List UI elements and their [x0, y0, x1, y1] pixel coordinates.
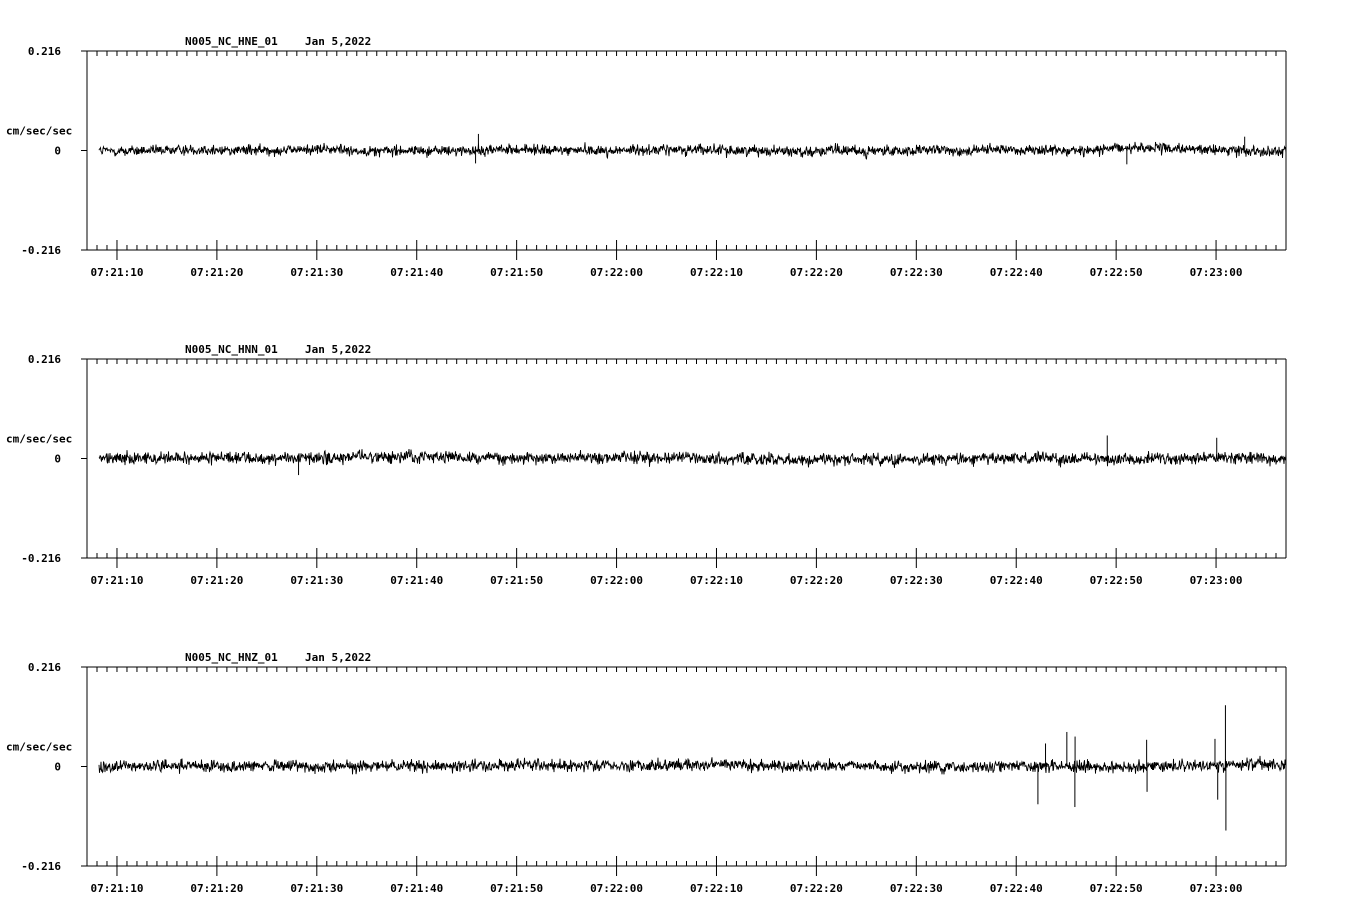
x-tick-label: 07:22:00 — [590, 574, 643, 587]
seismic-trace — [98, 755, 1287, 775]
y-tick-label: 0 — [54, 453, 61, 466]
y-tick-label: -0.216 — [21, 860, 61, 873]
x-tick-label: 07:22:40 — [990, 882, 1043, 895]
x-tick-label: 07:22:30 — [890, 882, 943, 895]
x-tick-label: 07:22:20 — [790, 882, 843, 895]
x-tick-label: 07:21:20 — [190, 266, 243, 279]
seismogram-figure: N005_NC_HNE_01 Jan 5,2022 cm/sec/sec 0.216 0… — [6, 35, 1287, 895]
y-tick-label: 0.216 — [28, 45, 61, 58]
x-tick-label: 07:23:00 — [1190, 266, 1243, 279]
x-tick-label: 07:22:00 — [590, 882, 643, 895]
x-tick-label: 07:22:40 — [990, 574, 1043, 587]
y-axis-label: cm/sec/sec — [6, 433, 72, 446]
x-tick-label: 07:22:40 — [990, 266, 1043, 279]
x-tick-label: 07:21:30 — [290, 574, 343, 587]
x-tick-label: 07:23:00 — [1190, 574, 1243, 587]
x-tick-label: 07:21:40 — [390, 574, 443, 587]
y-axis-label: cm/sec/sec — [6, 741, 72, 754]
chart-panel-1: N005_NC_HNE_01 Jan 5,2022 cm/sec/sec 0.216 0… — [6, 35, 1287, 279]
x-tick-label: 07:21:20 — [190, 882, 243, 895]
x-tick-label: 07:23:00 — [1190, 882, 1243, 895]
x-tick-label: 07:22:30 — [890, 266, 943, 279]
x-tick-label: 07:22:50 — [1090, 882, 1143, 895]
seismic-trace — [98, 448, 1287, 468]
x-tick-label: 07:21:40 — [390, 882, 443, 895]
chart-title: N005_NC_HNE_01 — [185, 35, 278, 48]
y-tick-label: -0.216 — [21, 244, 61, 257]
x-tick-label: 07:21:10 — [90, 882, 143, 895]
chart-date: Jan 5,2022 — [305, 35, 371, 48]
x-tick-label: 07:21:10 — [90, 574, 143, 587]
y-tick-label: 0.216 — [28, 353, 61, 366]
x-tick-label: 07:22:10 — [690, 574, 743, 587]
x-tick-label: 07:22:20 — [790, 574, 843, 587]
x-tick-label: 07:21:10 — [90, 266, 143, 279]
x-tick-label: 07:21:30 — [290, 266, 343, 279]
chart-date: Jan 5,2022 — [305, 343, 371, 356]
x-tick-label: 07:21:40 — [390, 266, 443, 279]
y-tick-label: -0.216 — [21, 552, 61, 565]
chart-panel-2: N005_NC_HNN_01 Jan 5,2022 cm/sec/sec 0.216 0… — [6, 343, 1287, 587]
y-tick-label: 0 — [54, 145, 61, 158]
chart-panel-3: N005_NC_HNZ_01 Jan 5,2022 cm/sec/sec 0.216 0… — [6, 651, 1287, 895]
x-tick-label: 07:21:50 — [490, 882, 543, 895]
x-tick-label: 07:22:50 — [1090, 266, 1143, 279]
y-tick-label: 0 — [54, 761, 61, 774]
x-tick-label: 07:21:20 — [190, 574, 243, 587]
x-tick-label: 07:21:50 — [490, 574, 543, 587]
y-tick-label: 0.216 — [28, 661, 61, 674]
chart-title: N005_NC_HNN_01 — [185, 343, 278, 356]
x-tick-label: 07:22:20 — [790, 266, 843, 279]
chart-date: Jan 5,2022 — [305, 651, 371, 664]
x-tick-label: 07:22:10 — [690, 266, 743, 279]
y-axis-label: cm/sec/sec — [6, 125, 72, 138]
x-tick-label: 07:22:00 — [590, 266, 643, 279]
x-tick-label: 07:22:50 — [1090, 574, 1143, 587]
x-tick-label: 07:21:50 — [490, 266, 543, 279]
x-tick-label: 07:22:10 — [690, 882, 743, 895]
chart-title: N005_NC_HNZ_01 — [185, 651, 278, 664]
seismic-trace — [98, 141, 1287, 160]
x-tick-label: 07:22:30 — [890, 574, 943, 587]
x-tick-label: 07:21:30 — [290, 882, 343, 895]
